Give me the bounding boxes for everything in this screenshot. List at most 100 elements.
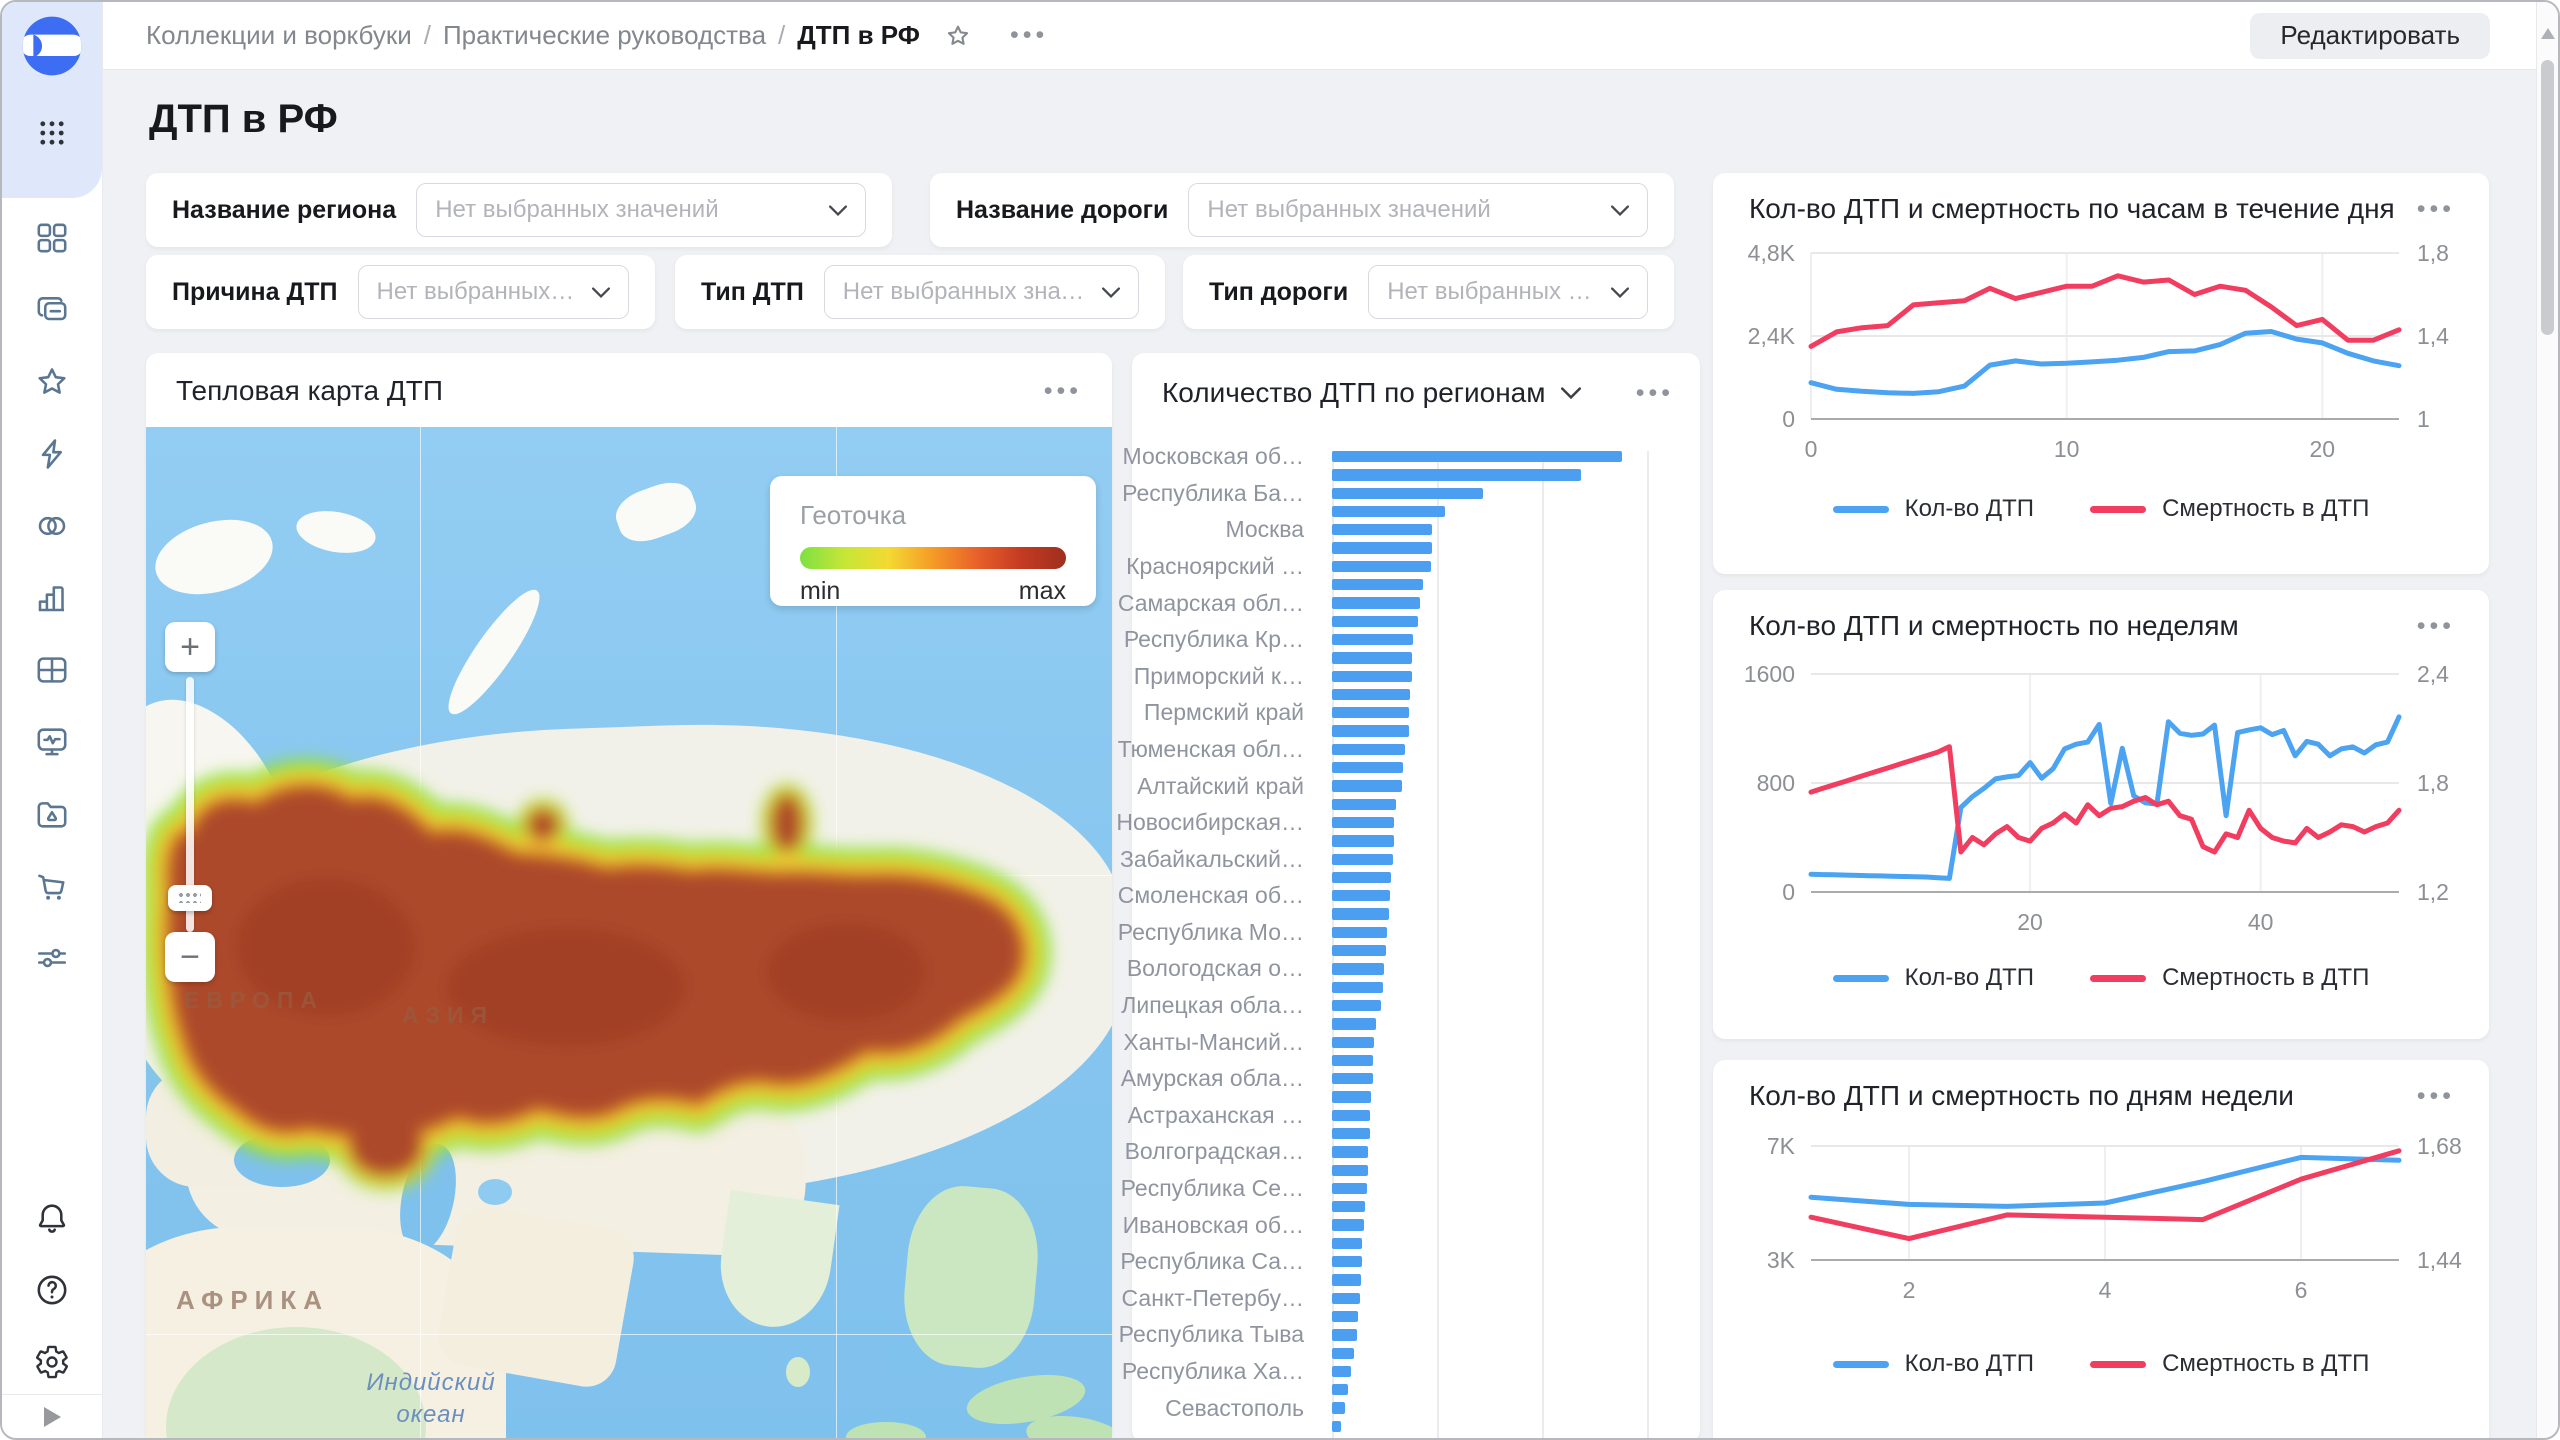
region-select[interactable]: Нет выбранных значений bbox=[416, 183, 866, 237]
bar[interactable] bbox=[1332, 1311, 1358, 1322]
bar[interactable] bbox=[1332, 524, 1432, 535]
bar-chart-menu-icon[interactable]: ••• bbox=[1636, 379, 1674, 408]
bar[interactable] bbox=[1332, 1073, 1373, 1084]
bar[interactable] bbox=[1332, 451, 1622, 462]
bar[interactable] bbox=[1332, 707, 1409, 718]
road-select[interactable]: Нет выбранных значений bbox=[1188, 183, 1648, 237]
bar[interactable] bbox=[1332, 945, 1386, 956]
bar[interactable] bbox=[1332, 1201, 1365, 1212]
bar[interactable] bbox=[1332, 1000, 1381, 1011]
bar[interactable] bbox=[1332, 835, 1394, 846]
bar[interactable] bbox=[1332, 1366, 1351, 1377]
bar[interactable] bbox=[1332, 1055, 1373, 1066]
chart-menu-icon[interactable]: ••• bbox=[2417, 1082, 2455, 1111]
charts-bars-icon[interactable] bbox=[30, 576, 74, 620]
bar[interactable] bbox=[1332, 597, 1420, 608]
map-zoom-in-button[interactable]: + bbox=[165, 622, 215, 672]
bar[interactable] bbox=[1332, 506, 1445, 517]
map-zoom-out-button[interactable]: − bbox=[165, 932, 215, 982]
bar[interactable] bbox=[1332, 1384, 1348, 1395]
quick-lightning-icon[interactable] bbox=[30, 432, 74, 476]
cart-icon[interactable] bbox=[30, 864, 74, 908]
apps-grid-icon[interactable] bbox=[30, 111, 74, 155]
favorites-star-icon[interactable] bbox=[30, 360, 74, 404]
collapse-arrow-icon[interactable] bbox=[44, 1407, 61, 1427]
bar[interactable] bbox=[1332, 671, 1412, 682]
bar[interactable] bbox=[1332, 817, 1394, 828]
bar[interactable] bbox=[1332, 1037, 1374, 1048]
folder-icon[interactable] bbox=[30, 792, 74, 836]
help-icon[interactable] bbox=[30, 1268, 74, 1312]
bar[interactable] bbox=[1332, 1146, 1368, 1157]
bar[interactable] bbox=[1332, 744, 1405, 755]
bar[interactable] bbox=[1332, 799, 1396, 810]
tables-grid-icon[interactable] bbox=[30, 648, 74, 692]
bar[interactable] bbox=[1332, 652, 1412, 663]
bar[interactable] bbox=[1332, 1274, 1361, 1285]
legend-item-accidents[interactable]: Кол-во ДТП bbox=[1833, 1350, 2034, 1378]
bar[interactable] bbox=[1332, 1018, 1376, 1029]
legend-item-mortality[interactable]: Смертность в ДТП bbox=[2090, 495, 2369, 523]
bar[interactable] bbox=[1332, 1348, 1354, 1359]
legend-item-mortality[interactable]: Смертность в ДТП bbox=[2090, 964, 2369, 992]
bar[interactable] bbox=[1332, 1219, 1364, 1230]
bar[interactable] bbox=[1332, 963, 1384, 974]
sliders-icon[interactable] bbox=[30, 936, 74, 980]
bar[interactable] bbox=[1332, 579, 1423, 590]
edit-button[interactable]: Редактировать bbox=[2250, 13, 2490, 59]
collections-copy-icon[interactable] bbox=[30, 288, 74, 332]
bar[interactable] bbox=[1332, 1256, 1362, 1267]
breadcrumb-menu-icon[interactable]: ••• bbox=[1010, 21, 1048, 50]
legend-item-accidents[interactable]: Кол-во ДТП bbox=[1833, 495, 2034, 523]
bar[interactable] bbox=[1332, 689, 1410, 700]
bar[interactable] bbox=[1332, 1183, 1367, 1194]
chart-menu-icon[interactable]: ••• bbox=[2417, 612, 2455, 641]
bar[interactable] bbox=[1332, 982, 1383, 993]
bar[interactable] bbox=[1332, 488, 1483, 499]
bar[interactable] bbox=[1332, 561, 1431, 572]
chart-menu-icon[interactable]: ••• bbox=[2417, 195, 2455, 224]
legend-item-mortality[interactable]: Смертность в ДТП bbox=[2090, 1350, 2369, 1378]
bar[interactable] bbox=[1332, 1238, 1362, 1249]
bar[interactable] bbox=[1332, 854, 1393, 865]
bar[interactable] bbox=[1332, 542, 1432, 553]
bar[interactable] bbox=[1332, 780, 1402, 791]
bell-icon[interactable] bbox=[30, 1196, 74, 1240]
heatmap-map[interactable]: ЕВРОПА АЗИЯ АФРИКА Индийский океан Геото… bbox=[146, 427, 1112, 1438]
bar[interactable] bbox=[1332, 890, 1390, 901]
bar[interactable] bbox=[1332, 1293, 1360, 1304]
bar[interactable] bbox=[1332, 1128, 1370, 1139]
page-scrollbar[interactable] bbox=[2536, 2, 2558, 1438]
road-type-select[interactable]: Нет выбранных зна… bbox=[1368, 265, 1648, 319]
scroll-up-arrow-icon[interactable] bbox=[2541, 28, 2555, 39]
accident-type-select[interactable]: Нет выбранных значе… bbox=[824, 265, 1139, 319]
bar[interactable] bbox=[1332, 1110, 1370, 1121]
bar[interactable] bbox=[1332, 616, 1418, 627]
map-zoom-handle[interactable] bbox=[168, 885, 212, 911]
dashboard-grid-icon[interactable] bbox=[30, 216, 74, 260]
bar[interactable] bbox=[1332, 1402, 1345, 1413]
bar[interactable] bbox=[1332, 1091, 1371, 1102]
cause-select[interactable]: Нет выбранных з… bbox=[358, 265, 630, 319]
datalens-logo-icon[interactable] bbox=[20, 14, 84, 83]
bar[interactable] bbox=[1332, 1421, 1341, 1432]
bar[interactable] bbox=[1332, 634, 1413, 645]
chevron-down-icon[interactable] bbox=[1561, 387, 1581, 399]
gear-icon[interactable] bbox=[30, 1340, 74, 1384]
bar[interactable] bbox=[1332, 1329, 1357, 1340]
bar[interactable] bbox=[1332, 1165, 1368, 1176]
bar[interactable] bbox=[1332, 872, 1391, 883]
bar[interactable] bbox=[1332, 762, 1403, 773]
legend-item-accidents[interactable]: Кол-во ДТП bbox=[1833, 964, 2034, 992]
bar[interactable] bbox=[1332, 908, 1389, 919]
breadcrumb-collections[interactable]: Коллекции и воркбуки bbox=[146, 20, 412, 51]
monitor-pulse-icon[interactable] bbox=[30, 720, 74, 764]
bar[interactable] bbox=[1332, 927, 1387, 938]
scrollbar-thumb[interactable] bbox=[2541, 60, 2554, 335]
breadcrumb-guides[interactable]: Практические руководства bbox=[443, 20, 766, 51]
favorite-star-icon[interactable] bbox=[944, 22, 972, 50]
bar[interactable] bbox=[1332, 725, 1409, 736]
connections-circles-icon[interactable] bbox=[30, 504, 74, 548]
bar[interactable] bbox=[1332, 469, 1581, 480]
heatmap-menu-icon[interactable]: ••• bbox=[1044, 377, 1082, 406]
